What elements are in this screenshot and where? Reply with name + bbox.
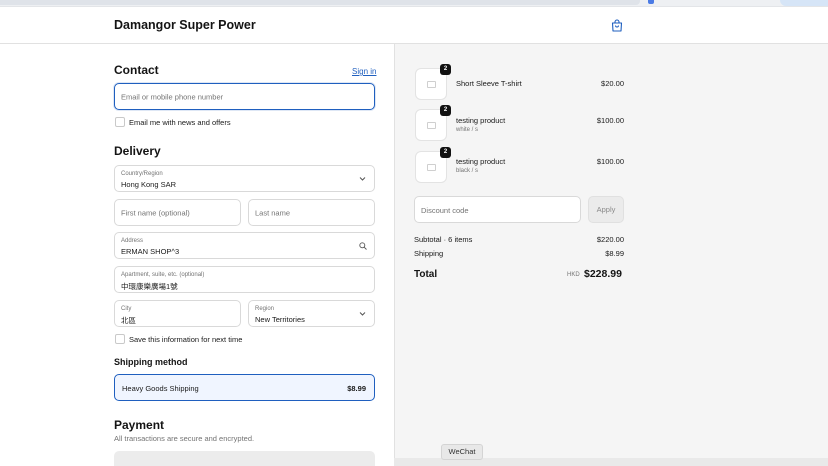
country-value: Hong Kong SAR	[121, 180, 177, 189]
apartment-value: 中環康樂廣場1號	[121, 282, 178, 291]
image-placeholder-icon	[427, 81, 436, 88]
chevron-down-icon	[359, 311, 366, 316]
wechat-button[interactable]: WeChat	[441, 444, 483, 460]
checkout-header: Damangor Super Power	[0, 7, 828, 44]
delivery-heading: Delivery	[114, 144, 161, 158]
subtotal-value: $220.00	[596, 235, 624, 244]
city-field[interactable]: City 北區	[114, 300, 241, 327]
image-placeholder-icon	[427, 164, 436, 171]
shipping-option[interactable]: Heavy Goods Shipping $8.99	[114, 374, 375, 401]
email-field[interactable]: Email or mobile phone number	[114, 83, 375, 110]
browser-indicator	[648, 0, 654, 4]
region-select[interactable]: Region New Territories	[248, 300, 375, 327]
store-brand[interactable]: Damangor Super Power	[114, 18, 256, 32]
item-title: testing product	[456, 116, 506, 125]
quantity-badge: 2	[440, 147, 451, 158]
shopping-bag-icon[interactable]	[611, 19, 623, 32]
discount-code-field[interactable]: Discount code	[414, 196, 581, 223]
contact-heading: Contact	[114, 63, 159, 77]
shipping-option-name: Heavy Goods Shipping	[122, 384, 199, 393]
item-variant: black / s	[456, 168, 479, 174]
payment-subtitle: All transactions are secure and encrypte…	[114, 434, 255, 443]
address-value: ERMAN SHOP^3	[121, 247, 180, 256]
payment-method-box[interactable]	[114, 451, 375, 466]
email-placeholder: Email or mobile phone number	[121, 92, 224, 101]
chevron-down-icon	[359, 176, 366, 181]
shipping-option-price: $8.99	[347, 384, 366, 393]
subtotal-label: Subtotal · 6 items	[414, 235, 473, 244]
apartment-field[interactable]: Apartment, suite, etc. (optional) 中環康樂廣場…	[114, 266, 375, 293]
payment-heading: Payment	[114, 418, 165, 432]
address-label: Address	[121, 238, 144, 244]
sign-in-link[interactable]: Sign in	[352, 67, 376, 76]
save-info-label: Save this information for next time	[129, 335, 243, 344]
first-name-field[interactable]: First name (optional)	[114, 199, 241, 226]
item-price: $20.00	[601, 79, 624, 88]
shipping-value: $8.99	[605, 249, 624, 258]
browser-top-strip	[0, 0, 828, 7]
shipping-method-heading: Shipping method	[114, 357, 188, 367]
address-field[interactable]: Address ERMAN SHOP^3	[114, 232, 375, 259]
browser-bar	[0, 0, 640, 5]
last-name-placeholder: Last name	[255, 208, 291, 217]
news-checkbox[interactable]	[115, 117, 125, 127]
item-price: $100.00	[596, 116, 624, 125]
item-price: $100.00	[596, 157, 624, 166]
browser-pill	[780, 0, 828, 6]
first-name-placeholder: First name (optional)	[121, 208, 190, 217]
item-title: Short Sleeve T-shirt	[456, 79, 522, 88]
apartment-label: Apartment, suite, etc. (optional)	[121, 272, 205, 278]
total-value: $228.99	[584, 268, 622, 280]
region-label: Region	[255, 306, 275, 312]
save-info-checkbox[interactable]	[115, 334, 125, 344]
quantity-badge: 2	[440, 105, 451, 116]
region-value: New Territories	[255, 315, 305, 324]
total-label: Total	[414, 269, 438, 280]
shipping-label: Shipping	[414, 249, 444, 258]
last-name-field[interactable]: Last name	[248, 199, 375, 226]
image-placeholder-icon	[427, 122, 436, 129]
apply-button[interactable]: Apply	[588, 196, 624, 223]
total-currency: HKD	[567, 272, 580, 278]
search-icon	[359, 241, 367, 250]
city-value: 北區	[121, 316, 136, 325]
quantity-badge: 2	[440, 64, 451, 75]
item-title: testing product	[456, 157, 506, 166]
city-label: City	[121, 306, 132, 312]
country-label: Country/Region	[121, 171, 163, 177]
discount-placeholder: Discount code	[421, 206, 469, 215]
country-select[interactable]: Country/Region Hong Kong SAR	[114, 165, 375, 192]
item-variant: white / s	[456, 127, 479, 133]
news-checkbox-label: Email me with news and offers	[129, 118, 231, 127]
